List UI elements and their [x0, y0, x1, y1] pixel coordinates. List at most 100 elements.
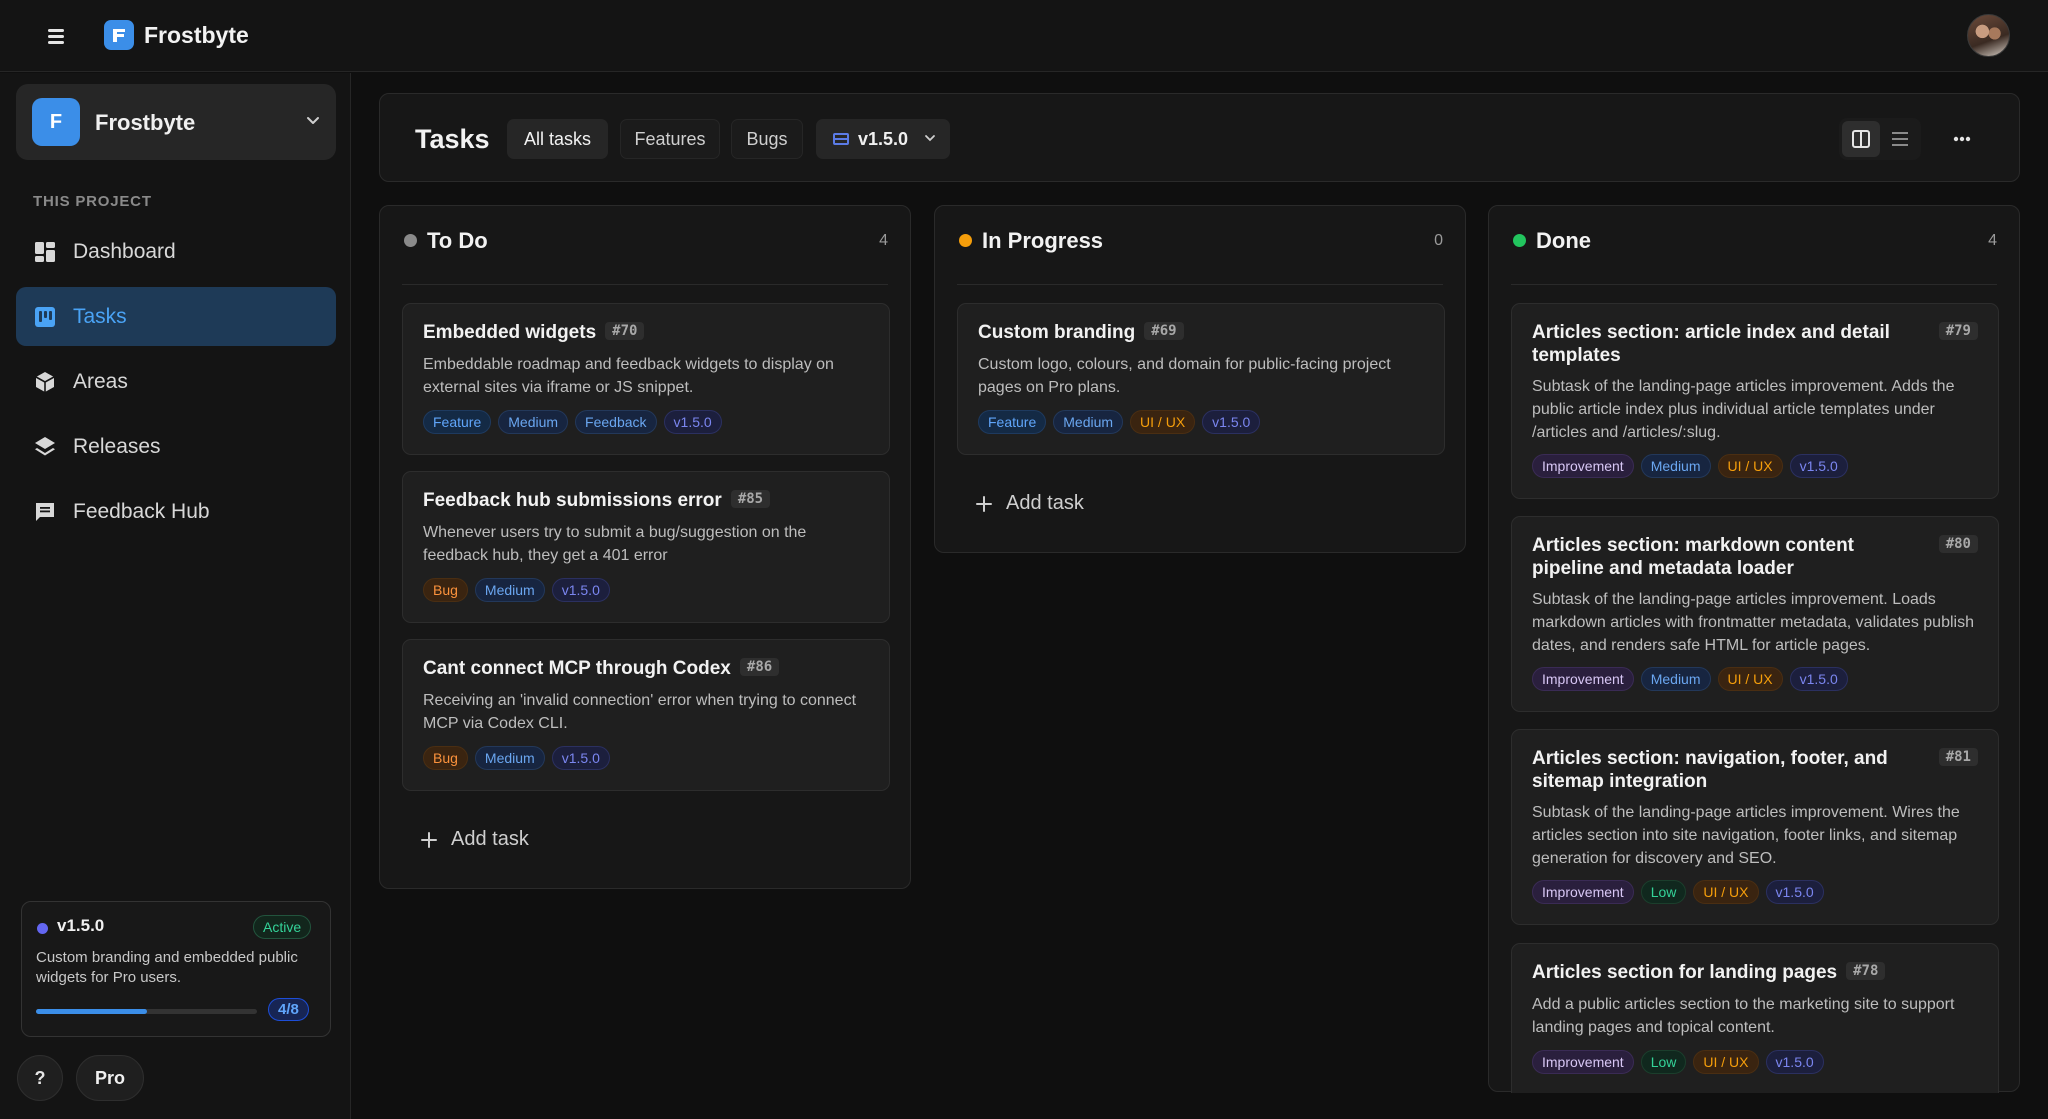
task-tags: Improvement Medium UI / UX v1.5.0	[1532, 667, 1848, 691]
column-divider	[957, 284, 1443, 285]
tag-area: UI / UX	[1717, 454, 1783, 478]
task-description: Subtask of the landing-page articles imp…	[1532, 591, 1974, 654]
column-title: Done	[1536, 228, 1591, 253]
tag-type: Improvement	[1532, 667, 1634, 691]
release-icon	[833, 133, 849, 145]
card-header: Articles section: markdown content pipel…	[1532, 534, 1978, 580]
column-done: Done 4 Articles section: article index a…	[1488, 205, 2020, 1093]
task-card[interactable]: Feedback hub submissions error #85 Whene…	[402, 471, 890, 623]
task-title: Articles section: article index and deta…	[1532, 322, 1890, 366]
task-tags: Improvement Low UI / UX v1.5.0	[1532, 880, 1824, 904]
task-tags: Improvement Low UI / UX v1.5.0	[1532, 1050, 1824, 1074]
task-card[interactable]: Articles section for landing pages #78 A…	[1511, 943, 1999, 1093]
dashboard-icon	[35, 242, 55, 262]
column-status-dot	[959, 234, 972, 247]
column-divider	[1511, 284, 1997, 285]
sidebar-item-feedback-hub[interactable]: Feedback Hub	[16, 482, 336, 541]
task-description: Embeddable roadmap and feedback widgets …	[423, 356, 834, 396]
card-header: Articles section: navigation, footer, an…	[1532, 747, 1978, 793]
help-button[interactable]: ?	[17, 1055, 63, 1101]
pro-button[interactable]: Pro	[76, 1055, 144, 1101]
column-count: 4	[879, 232, 888, 249]
columns-icon	[1852, 130, 1870, 148]
task-title: Articles section: markdown content pipel…	[1532, 535, 1855, 579]
task-tags: Bug Medium v1.5.0	[423, 578, 610, 602]
task-title: Custom branding	[978, 322, 1136, 343]
column-status-dot	[404, 234, 417, 247]
plus-icon	[420, 831, 438, 849]
task-tags: Bug Medium v1.5.0	[423, 746, 610, 770]
tag-area: UI / UX	[1693, 1050, 1759, 1074]
sidebar-item-dashboard[interactable]: Dashboard	[16, 222, 336, 281]
project-switcher[interactable]: F Frostbyte	[16, 84, 336, 160]
task-number: #85	[730, 490, 771, 508]
task-card[interactable]: Articles section: navigation, footer, an…	[1511, 729, 1999, 925]
task-card[interactable]: Articles section: markdown content pipel…	[1511, 516, 1999, 712]
section-label: THIS PROJECT	[33, 193, 152, 210]
status-badge: Active	[253, 915, 312, 939]
task-card[interactable]: Cant connect MCP through Codex #86 Recei…	[402, 639, 890, 791]
column-title: In Progress	[982, 228, 1104, 253]
task-description: Custom logo, colours, and domain for pub…	[978, 356, 1391, 396]
card-header: Embedded widgets #70	[423, 321, 869, 344]
top-bar: Frostbyte	[0, 0, 2048, 72]
task-title: Cant connect MCP through Codex	[423, 658, 731, 679]
release-progress-count: 4/8	[268, 998, 309, 1021]
tag-release: v1.5.0	[1202, 410, 1261, 434]
column-count: 4	[1988, 232, 1997, 249]
tag-type: Bug	[423, 746, 468, 770]
column-in-progress: In Progress 0 Custom branding #69 Custom…	[934, 205, 1466, 553]
tag-type: Feature	[978, 410, 1047, 434]
active-release-card[interactable]: v1.5.0 Active Custom branding and embedd…	[21, 901, 331, 1037]
card-header: Feedback hub submissions error #85	[423, 489, 869, 512]
task-title: Feedback hub submissions error	[423, 490, 722, 511]
add-task-label: Add task	[451, 828, 529, 850]
release-progress-fill	[36, 1009, 147, 1014]
column-title: To Do	[427, 228, 488, 253]
list-view-button[interactable]	[1881, 121, 1919, 157]
board-view-button[interactable]	[1842, 121, 1880, 157]
task-number: #79	[1938, 322, 1978, 340]
add-task-label: Add task	[1006, 492, 1084, 514]
task-description: Receiving an 'invalid connection' error …	[423, 692, 857, 732]
menu-icon[interactable]	[42, 26, 70, 46]
card-header: Articles section: article index and deta…	[1532, 321, 1978, 367]
column-todo: To Do 4 Embedded widgets #70 Embeddable …	[379, 205, 911, 889]
more-options-button[interactable]	[1945, 122, 1979, 156]
task-card[interactable]: Custom branding #69 Custom logo, colours…	[957, 303, 1445, 455]
task-card[interactable]: Embedded widgets #70 Embeddable roadmap …	[402, 303, 890, 455]
chat-icon	[36, 503, 54, 521]
card-header: Custom branding #69	[978, 321, 1424, 344]
chevron-down-icon	[307, 117, 319, 124]
task-number: #78	[1846, 962, 1886, 980]
sidebar-item-tasks[interactable]: Tasks	[16, 287, 336, 346]
plus-icon	[975, 495, 993, 513]
user-avatar[interactable]	[1967, 14, 2010, 57]
version-filter-value: v1.5.0	[858, 129, 909, 149]
tag-area: UI / UX	[1693, 880, 1759, 904]
cube-icon	[35, 372, 55, 392]
task-number: #86	[739, 658, 780, 676]
tag-priority: Medium	[498, 410, 569, 434]
tab-bugs[interactable]: Bugs	[731, 119, 803, 159]
column-count: 0	[1434, 232, 1443, 249]
tag-type: Improvement	[1532, 880, 1634, 904]
task-tags: Feature Medium Feedback v1.5.0	[423, 410, 722, 434]
tag-area: Feedback	[575, 410, 657, 434]
tag-area: UI / UX	[1717, 667, 1783, 691]
task-description: Add a public articles section to the mar…	[1532, 996, 1955, 1036]
add-task-button[interactable]: Add task	[420, 828, 529, 851]
tab-features[interactable]: Features	[620, 119, 720, 159]
tag-release: v1.5.0	[1765, 880, 1824, 904]
tab-all-tasks[interactable]: All tasks	[507, 119, 608, 159]
tag-release: v1.5.0	[1789, 454, 1848, 478]
task-card[interactable]: Articles section: article index and deta…	[1511, 303, 1999, 499]
tag-type: Bug	[423, 578, 468, 602]
sidebar-item-areas[interactable]: Areas	[16, 352, 336, 411]
project-avatar: F	[32, 98, 80, 146]
add-task-button[interactable]: Add task	[975, 492, 1084, 515]
sidebar-item-label: Areas	[73, 370, 128, 393]
sidebar-item-releases[interactable]: Releases	[16, 417, 336, 476]
version-filter-dropdown[interactable]: v1.5.0	[816, 119, 950, 159]
sidebar-item-label: Dashboard	[73, 240, 176, 263]
